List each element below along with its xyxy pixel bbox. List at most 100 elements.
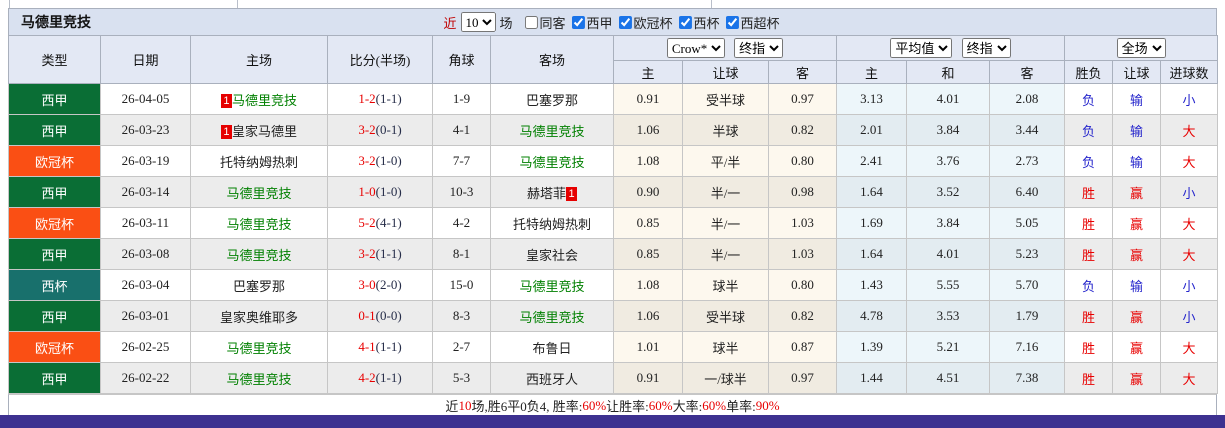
corners-cell: 4-1	[432, 114, 491, 146]
corners-cell: 1-9	[432, 83, 491, 115]
handicap-time-select[interactable]: 终指	[734, 38, 784, 58]
handicap-home-odds: 1.01	[613, 331, 683, 363]
europe-source-select[interactable]: 平均值	[890, 38, 953, 58]
corners-cell: 10-3	[432, 176, 491, 208]
league-filter-checkbox[interactable]: 西超杯	[722, 13, 780, 32]
corners-cell: 7-7	[432, 145, 491, 177]
league-filter-checkbox[interactable]: 西甲	[567, 13, 613, 32]
handicap-home-odds: 1.06	[613, 300, 683, 332]
europe-away-odds: 3.44	[989, 114, 1066, 146]
league-badge: 西杯	[8, 269, 101, 301]
league-badge: 西甲	[8, 238, 101, 270]
result-cell: 胜	[1064, 300, 1114, 332]
home-team-name: 马德里竞技	[226, 371, 292, 387]
handicap-away-odds: 1.03	[767, 207, 838, 239]
top-margin-strip	[0, 0, 1225, 8]
summary-footer: 近 10 场,胜6平0负4, 胜率: 60% 让胜率: 60% 大率: 60% …	[8, 394, 1217, 417]
table-row: 西甲 26-03-08 马德里竞技 3-2(1-1) 8-1 皇家社会 0.85…	[8, 238, 1219, 270]
handicap-away-odds: 0.97	[767, 362, 838, 394]
checkbox-input[interactable]	[618, 15, 632, 29]
match-date: 26-03-08	[100, 238, 191, 270]
score-cell: 4-2(1-1)	[327, 362, 433, 394]
checkbox-label: 西杯	[693, 15, 720, 31]
halftime-score: (1-1)	[375, 339, 402, 354]
goals-result-cell: 小	[1160, 176, 1219, 208]
league-badge: 西甲	[8, 300, 101, 332]
handicap-line: 平/半	[682, 145, 769, 177]
recent-count-select[interactable]: 10	[460, 12, 496, 32]
score-cell: 1-0(1-0)	[327, 176, 433, 208]
home-team-name: 马德里竞技	[231, 92, 297, 108]
col-score: 比分(半场)	[327, 35, 433, 84]
goals-result-cell: 大	[1160, 114, 1219, 146]
team-title: 马德里竞技	[21, 16, 91, 31]
europe-away-odds: 7.16	[989, 331, 1066, 363]
summary-segment: 大率:	[672, 399, 703, 414]
europe-home-odds: 1.69	[836, 207, 908, 239]
panel-titlebar: 马德里竞技 近 10 场 同客 西甲 欧冠杯 西杯 西超杯	[8, 8, 1217, 35]
col-date: 日期	[100, 35, 191, 84]
table-row: 西甲 26-02-22 马德里竞技 4-2(1-1) 5-3 西班牙人 0.91…	[8, 362, 1219, 394]
europe-draw-odds: 5.21	[906, 331, 991, 363]
europe-home-odds: 4.78	[836, 300, 908, 332]
home-team-name: 巴塞罗那	[232, 278, 285, 294]
europe-home-odds: 1.64	[836, 238, 908, 270]
score-cell: 3-2(1-0)	[327, 145, 433, 177]
score-cell: 3-0(2-0)	[327, 269, 433, 301]
checkbox-input[interactable]	[678, 15, 692, 29]
league-badge: 西甲	[8, 362, 101, 394]
summary-segment: 60%	[648, 397, 673, 413]
away-team-cell: 马德里竞技	[490, 269, 614, 301]
handicap-result-cell: 输	[1112, 83, 1162, 115]
europe-home-odds: 1.43	[836, 269, 908, 301]
checkbox-input[interactable]	[524, 15, 538, 29]
away-team-cell: 马德里竞技	[490, 300, 614, 332]
checkbox-input[interactable]	[571, 15, 585, 29]
handicap-result-cell: 输	[1112, 269, 1162, 301]
corners-cell: 5-3	[432, 362, 491, 394]
europe-draw-odds: 4.01	[906, 83, 991, 115]
halftime-score: (1-1)	[375, 91, 402, 106]
europe-draw-odds: 3.84	[906, 114, 991, 146]
home-team-cell: 皇家奥维耶多	[190, 300, 328, 332]
league-badge: 西甲	[8, 114, 101, 146]
away-team-cell: 赫塔菲 1	[490, 176, 614, 208]
match-date: 26-03-14	[100, 176, 191, 208]
europe-away-odds: 6.40	[989, 176, 1066, 208]
away-team-name: 马德里竞技	[519, 154, 585, 170]
recent-suffix-label: 场	[499, 15, 513, 31]
score-cell: 3-2(0-1)	[327, 114, 433, 146]
checkbox-input[interactable]	[725, 15, 739, 29]
halftime-score: (0-1)	[375, 122, 402, 137]
matches-table: 类型 日期 主场 比分(半场) 角球 客场 Crow* 终指 平均值 终指 全场	[8, 35, 1219, 394]
home-team-cell: 巴塞罗那	[190, 269, 328, 301]
score-cell: 5-2(4-1)	[327, 207, 433, 239]
europe-away-odds: 1.79	[989, 300, 1066, 332]
handicap-away-odds: 0.87	[767, 331, 838, 363]
summary-segment: 60%	[702, 397, 727, 413]
match-date: 26-04-05	[100, 83, 191, 115]
scope-select[interactable]: 全场	[1116, 38, 1166, 58]
europe-draw-odds: 5.55	[906, 269, 991, 301]
league-filter-checkbox[interactable]: 欧冠杯	[615, 13, 673, 32]
home-team-name: 皇家奥维耶多	[219, 309, 298, 325]
handicap-away-odds: 0.82	[767, 114, 838, 146]
europe-time-select[interactable]: 终指	[961, 38, 1011, 58]
score-cell: 0-1(0-0)	[327, 300, 433, 332]
away-team-cell: 布鲁日	[490, 331, 614, 363]
europe-home-odds: 1.39	[836, 331, 908, 363]
score-cell: 3-2(1-1)	[327, 238, 433, 270]
home-team-cell: 马德里竞技	[190, 238, 328, 270]
home-team-cell: 托特纳姆热刺	[190, 145, 328, 177]
table-row: 欧冠杯 26-03-11 马德里竞技 5-2(4-1) 4-2 托特纳姆热刺 0…	[8, 207, 1219, 239]
away-team-cell: 皇家社会	[490, 238, 614, 270]
summary-segment: 单率:	[726, 399, 756, 414]
corners-cell: 4-2	[432, 207, 491, 239]
checkbox-label: 西甲	[586, 15, 613, 31]
league-filter-checkbox[interactable]: 西杯	[675, 13, 720, 32]
handicap-source-select[interactable]: Crow*	[666, 38, 725, 58]
result-cell: 胜	[1064, 331, 1114, 363]
col-goals: 进球数	[1160, 60, 1219, 84]
league-filter-checkbox[interactable]: 同客	[520, 13, 565, 32]
fulltime-score: 5-2	[358, 215, 376, 230]
